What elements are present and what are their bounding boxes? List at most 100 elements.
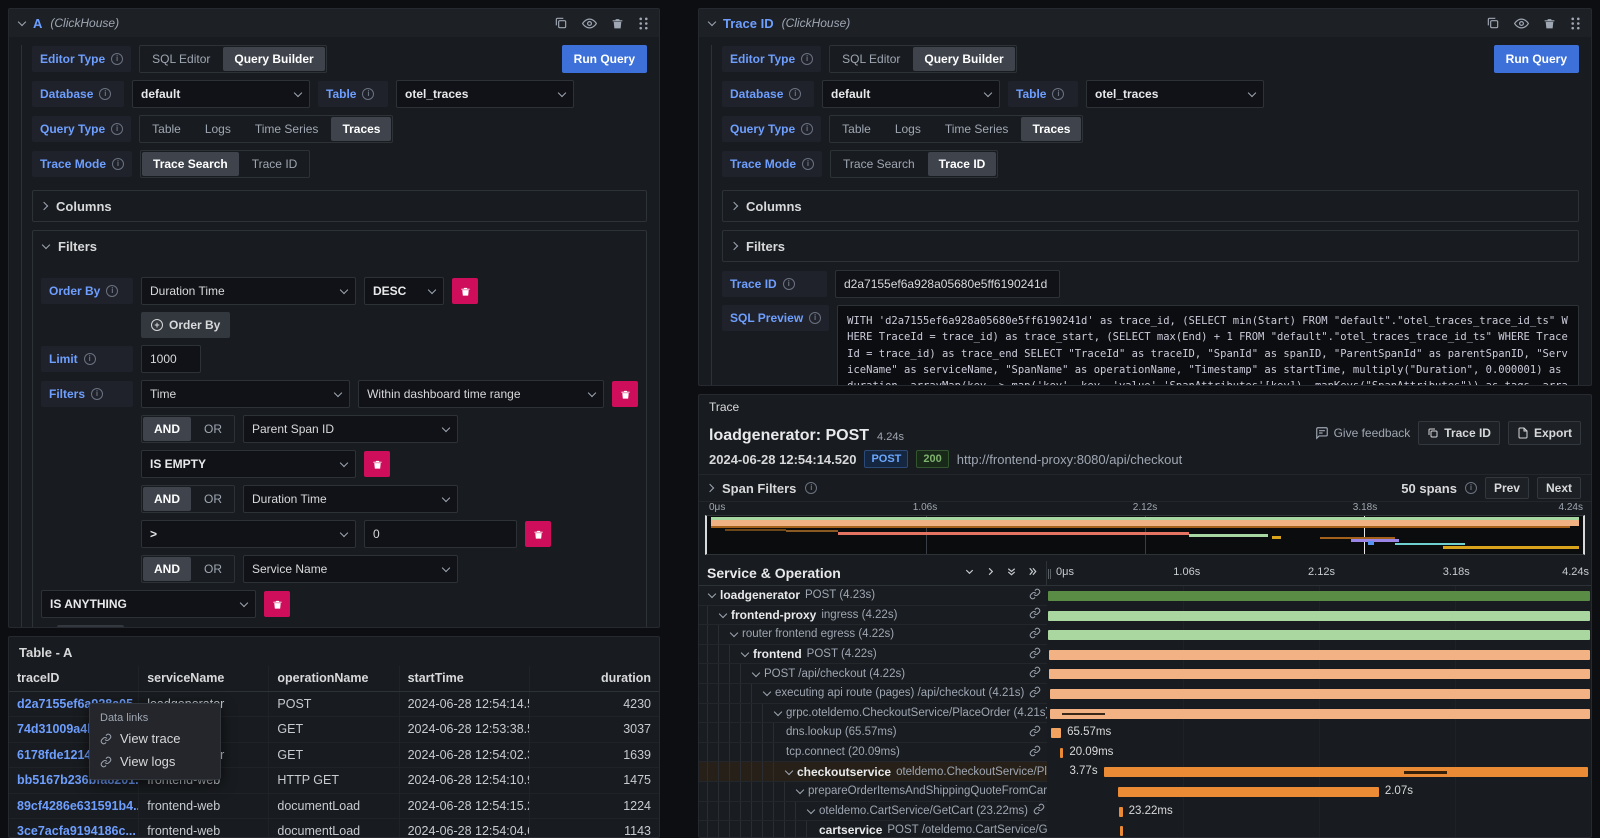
info-icon[interactable]: [783, 278, 795, 290]
span-link-icon[interactable]: [1029, 647, 1047, 662]
chevron-down-icon[interactable]: [774, 708, 782, 716]
order-by-field-select[interactable]: Duration Time: [141, 277, 356, 305]
span-bar[interactable]: [1050, 689, 1590, 699]
option-or[interactable]: OR: [192, 416, 234, 442]
span-link-icon[interactable]: [1029, 686, 1047, 701]
option-time-series[interactable]: Time Series: [243, 116, 331, 142]
filters-section-header[interactable]: Filters: [33, 231, 646, 261]
span-row[interactable]: router frontend egress (4.22s): [699, 625, 1591, 645]
chevron-down-icon[interactable]: [708, 590, 716, 598]
option-traces[interactable]: Traces: [331, 117, 391, 141]
info-icon[interactable]: [789, 88, 801, 100]
query-type-toggle[interactable]: TableLogsTime SeriesTraces: [139, 115, 393, 143]
option-sql-editor[interactable]: SQL Editor: [140, 46, 222, 72]
info-icon[interactable]: [112, 158, 124, 170]
chevron-down-icon[interactable]: [796, 786, 804, 794]
option-query-builder[interactable]: Query Builder: [223, 47, 324, 71]
span-row[interactable]: checkoutserviceoteldemo.CheckoutService/…: [699, 762, 1591, 782]
and-or-toggle[interactable]: ANDOR: [141, 415, 235, 443]
remove-parent-span-filter-button[interactable]: [364, 451, 390, 477]
run-query-button[interactable]: Run Query: [562, 45, 647, 73]
info-icon[interactable]: [805, 482, 817, 494]
span-row[interactable]: frontend-proxyingress (4.22s): [699, 606, 1591, 626]
prev-span-button[interactable]: Prev: [1485, 477, 1529, 499]
chevron-down-icon[interactable]: [807, 806, 815, 814]
add-filter-button[interactable]: Filter: [57, 625, 124, 628]
span-name-cell[interactable]: executing api route (pages) /api/checkou…: [699, 684, 1047, 704]
span-link-icon[interactable]: [1029, 627, 1047, 642]
span-name-cell[interactable]: oteldemo.CartService/GetCart (23.22ms): [699, 802, 1047, 822]
span-bar[interactable]: [1051, 728, 1061, 738]
option-logs[interactable]: Logs: [883, 116, 933, 142]
trace-mode-toggle[interactable]: Trace SearchTrace ID: [830, 150, 998, 178]
info-icon[interactable]: [99, 88, 111, 100]
info-icon[interactable]: [362, 88, 374, 100]
remove-order-by-button[interactable]: [452, 278, 478, 304]
chevron-down-icon[interactable]: [730, 629, 738, 637]
span-link-icon[interactable]: [1029, 666, 1047, 681]
span-name-cell[interactable]: prepareOrderItemsAndShippingQuoteFromCar…: [699, 782, 1047, 802]
duplicate-query-icon[interactable]: [1486, 16, 1500, 30]
editor-type-toggle[interactable]: SQL EditorQuery Builder: [139, 45, 327, 73]
span-bar[interactable]: [1118, 787, 1379, 797]
info-icon[interactable]: [801, 123, 813, 135]
option-table[interactable]: Table: [140, 116, 193, 142]
span-name-cell[interactable]: tcp.connect (20.09ms): [699, 743, 1047, 763]
info-icon[interactable]: [91, 388, 103, 400]
span-row[interactable]: cartservicePOST /oteldemo.CartService/Ge…: [699, 821, 1591, 838]
span-row[interactable]: grpc.oteldemo.CheckoutService/PlaceOrder…: [699, 704, 1591, 724]
span-row[interactable]: oteldemo.CartService/GetCart (23.22ms)23…: [699, 802, 1591, 822]
limit-input[interactable]: 1000: [141, 345, 201, 373]
span-row[interactable]: executing api route (pages) /api/checkou…: [699, 684, 1591, 704]
table-select[interactable]: otel_traces: [396, 80, 574, 108]
hide-response-eye-icon[interactable]: [1514, 16, 1529, 31]
span-bar[interactable]: [1048, 611, 1590, 621]
filter-service-op-select[interactable]: IS ANYTHING: [41, 590, 256, 618]
chevron-down-icon[interactable]: [752, 668, 760, 676]
filter-duration-value-input[interactable]: 0: [364, 520, 517, 548]
col-starttime[interactable]: startTime: [399, 666, 529, 691]
editor-type-toggle[interactable]: SQL EditorQuery Builder: [829, 45, 1017, 73]
option-trace-id[interactable]: Trace ID: [928, 152, 997, 176]
chevron-down-icon[interactable]: [763, 688, 771, 696]
span-filters-chevron-icon[interactable]: [706, 484, 714, 492]
span-name-cell[interactable]: grpc.oteldemo.CheckoutService/PlaceOrder…: [699, 704, 1047, 724]
span-bar[interactable]: [1050, 709, 1590, 719]
option-or[interactable]: OR: [192, 556, 234, 582]
span-timeline-cell[interactable]: 2.07s: [1047, 782, 1591, 802]
span-timeline-cell[interactable]: 3.77s: [1047, 762, 1591, 782]
database-select[interactable]: default: [822, 80, 1000, 108]
span-bar[interactable]: [1120, 826, 1123, 836]
give-feedback-button[interactable]: Give feedback: [1315, 426, 1411, 440]
span-bar[interactable]: [1049, 650, 1590, 660]
span-name-cell[interactable]: cartservicePOST /oteldemo.CartService/Ge…: [699, 821, 1047, 838]
option-time-series[interactable]: Time Series: [933, 116, 1021, 142]
drag-handle-icon[interactable]: [1570, 17, 1581, 30]
span-link-icon[interactable]: [1029, 588, 1047, 603]
remove-duration-filter-button[interactable]: [525, 521, 551, 547]
filter-parent-span-op-select[interactable]: IS EMPTY: [141, 450, 356, 478]
filter-time-value-select[interactable]: Within dashboard time range: [358, 380, 604, 408]
span-timeline-cell[interactable]: [1047, 684, 1591, 704]
chevron-down-icon[interactable]: [741, 649, 749, 657]
span-link-icon[interactable]: [1029, 607, 1047, 622]
duplicate-query-icon[interactable]: [554, 16, 568, 30]
option-query-builder[interactable]: Query Builder: [913, 47, 1014, 71]
option-trace-search[interactable]: Trace Search: [831, 151, 927, 177]
span-timeline-cell[interactable]: [1047, 821, 1591, 838]
span-timeline-cell[interactable]: [1047, 586, 1591, 606]
span-link-icon[interactable]: [1029, 745, 1047, 760]
span-bar[interactable]: [1049, 669, 1590, 679]
delete-query-icon[interactable]: [611, 17, 624, 30]
expand-one-icon[interactable]: [985, 564, 996, 582]
option-trace-search[interactable]: Trace Search: [142, 152, 239, 176]
span-name-cell[interactable]: POST /api/checkout (4.22s): [699, 664, 1047, 684]
span-row[interactable]: frontendPOST (4.22s): [699, 645, 1591, 665]
span-link-icon[interactable]: [1033, 803, 1047, 818]
option-logs[interactable]: Logs: [193, 116, 243, 142]
export-button[interactable]: Export: [1508, 421, 1581, 445]
collapse-one-icon[interactable]: [964, 564, 975, 582]
info-icon[interactable]: [802, 158, 814, 170]
chevron-down-icon[interactable]: [719, 610, 727, 618]
info-icon[interactable]: [1052, 88, 1064, 100]
